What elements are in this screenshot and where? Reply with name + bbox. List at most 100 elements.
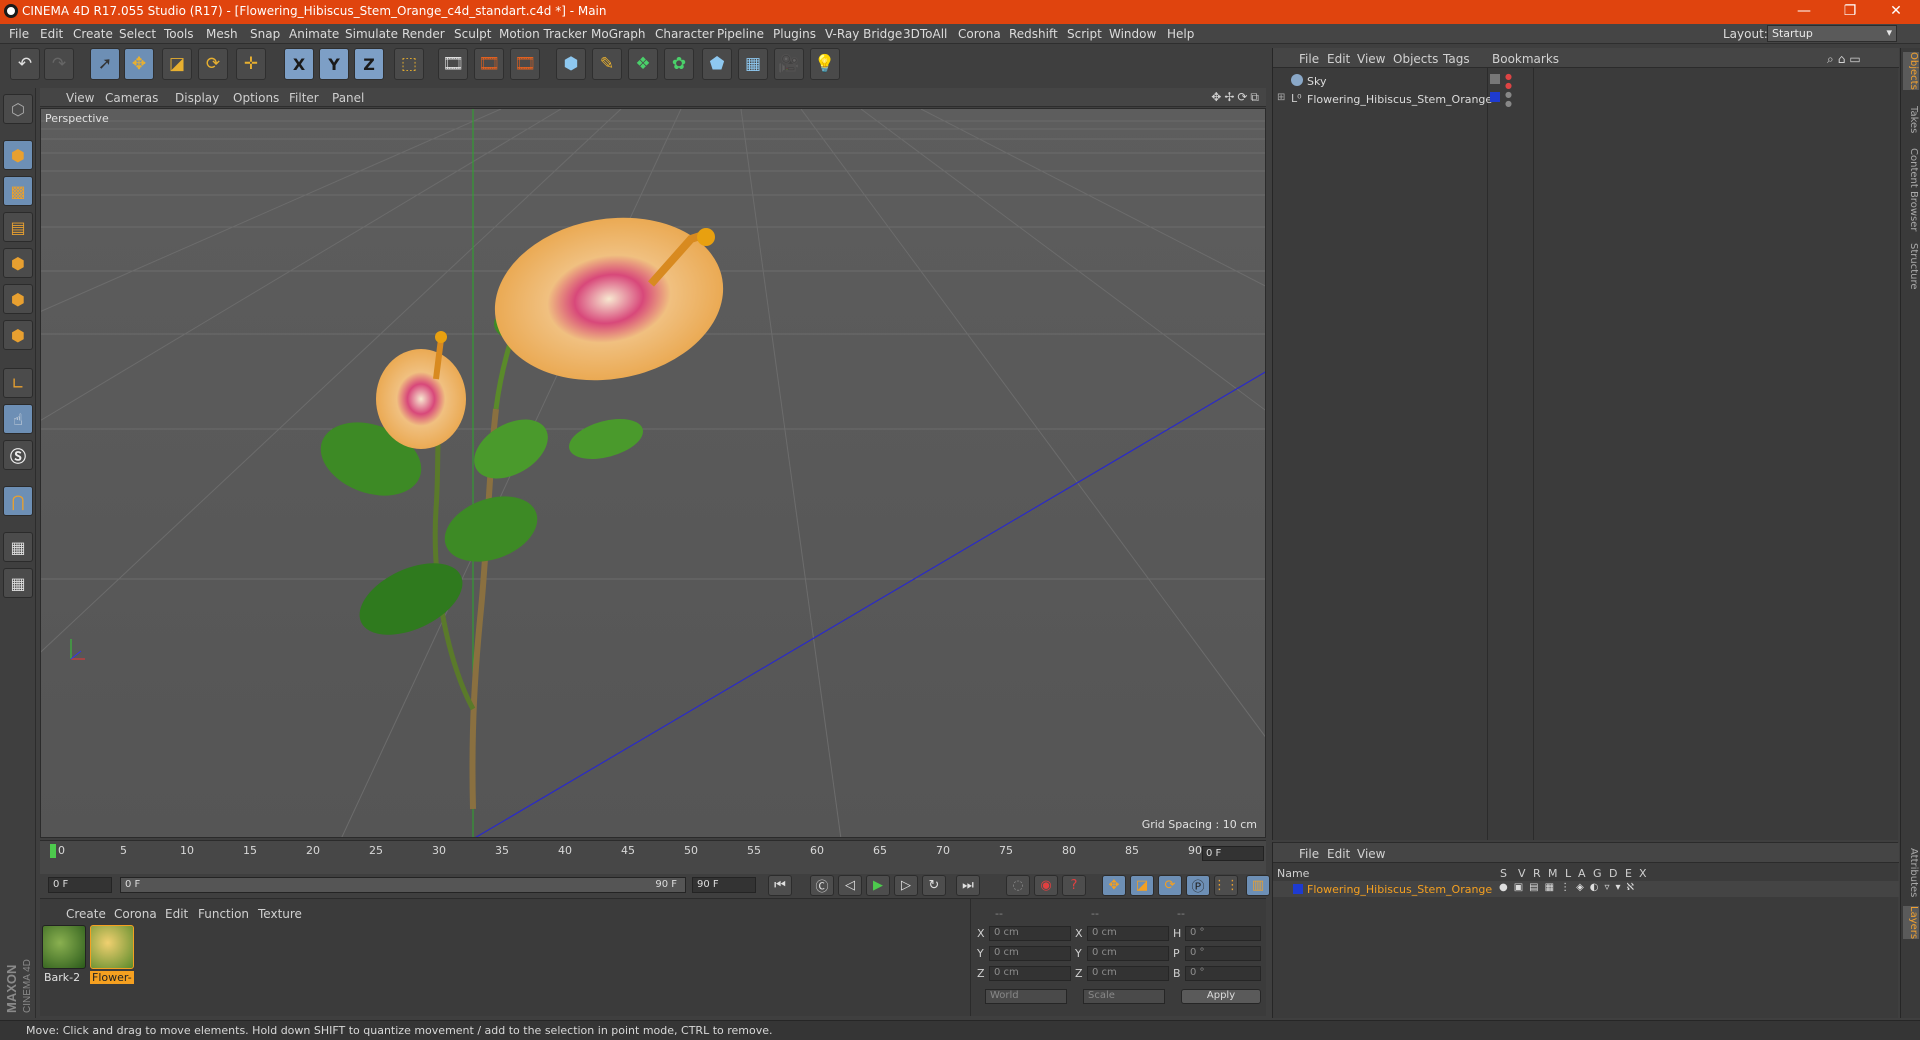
material-menu-edit[interactable]: Edit <box>165 907 188 921</box>
position-x-field[interactable]: 0 cm <box>989 926 1071 941</box>
size-y-field[interactable]: 0 cm <box>1087 946 1169 961</box>
menu-corona[interactable]: Corona <box>958 27 1001 41</box>
z-axis-lock-icon[interactable]: Z <box>354 48 384 80</box>
menu-vray-bridge[interactable]: V-Ray Bridge <box>825 27 902 41</box>
tab-structure[interactable]: Structure <box>1903 243 1919 290</box>
previous-key-icon[interactable]: Ⓒ <box>810 875 834 896</box>
workplane-lock-icon[interactable]: ▦ <box>3 532 33 562</box>
rotation-p-field[interactable]: 0 ° <box>1185 946 1261 961</box>
polygons-mode-icon[interactable]: ⬢ <box>3 320 33 350</box>
material-menu-function[interactable]: Function <box>198 907 249 921</box>
menu-file[interactable]: File <box>9 27 29 41</box>
floor-scene-icon[interactable]: ▦ <box>738 48 768 80</box>
menu-window[interactable]: Window <box>1109 27 1156 41</box>
minimize-button[interactable]: — <box>1784 2 1824 22</box>
viewport-menu-panel[interactable]: Panel <box>332 91 364 105</box>
rotate-tool-icon[interactable]: ⟳ <box>198 48 228 80</box>
tab-takes[interactable]: Takes <box>1903 106 1919 133</box>
layer-menu-file[interactable]: File <box>1299 847 1319 861</box>
object-menu-view[interactable]: View <box>1357 52 1385 66</box>
object-menu-tags[interactable]: Tags <box>1443 52 1470 66</box>
rotation-b-field[interactable]: 0 ° <box>1185 966 1261 981</box>
menu-edit[interactable]: Edit <box>40 27 63 41</box>
apply-button[interactable]: Apply <box>1181 989 1261 1004</box>
size-mode-select[interactable]: Scale <box>1083 989 1165 1004</box>
visibility-dots-icon[interactable]: ● ● <box>1505 90 1512 108</box>
layer-menu-edit[interactable]: Edit <box>1327 847 1350 861</box>
material-swatch-bark[interactable] <box>42 925 86 969</box>
menu-render[interactable]: Render <box>402 27 445 41</box>
menu-3dtoall[interactable]: 3DToAll <box>903 27 947 41</box>
coordinate-system-icon[interactable]: ⬚ <box>394 48 424 80</box>
menu-mesh[interactable]: Mesh <box>206 27 238 41</box>
motion-path-icon[interactable]: ◌ <box>1006 875 1030 896</box>
material-swatch-flower[interactable] <box>90 925 134 969</box>
viewport-menu-cameras[interactable]: Cameras <box>105 91 158 105</box>
tweak-mode-icon[interactable]: ☝ <box>3 404 33 434</box>
model-mode-icon[interactable]: ⬢ <box>3 140 33 170</box>
key-pla-icon[interactable]: ⋮⋮ <box>1213 875 1239 896</box>
timeline-window-icon[interactable]: ▥ <box>1246 875 1270 896</box>
menu-plugins[interactable]: Plugins <box>773 27 816 41</box>
range-slider[interactable]: 0 F 90 F <box>120 877 686 893</box>
layer-menu-view[interactable]: View <box>1357 847 1385 861</box>
transform-tool-icon[interactable]: ✛ <box>236 48 266 80</box>
menu-select[interactable]: Select <box>119 27 156 41</box>
timeline-ruler[interactable]: 0 5 10 15 20 25 30 35 40 45 50 55 60 65 … <box>40 840 1266 874</box>
layer-row[interactable]: Flowering_Hibiscus_Stem_Orange ●▣▤▦⋮◈◐▿▾… <box>1273 881 1899 897</box>
next-key-icon[interactable]: ↻ <box>922 875 946 896</box>
deformer-icon[interactable]: ⬟ <box>702 48 732 80</box>
redo-icon[interactable]: ↷ <box>44 48 74 80</box>
magnet-icon[interactable]: ⋂ <box>3 486 33 516</box>
size-x-field[interactable]: 0 cm <box>1087 926 1169 941</box>
cloner-icon[interactable]: ✿ <box>664 48 694 80</box>
y-axis-lock-icon[interactable]: Y <box>319 48 349 80</box>
viewport-menu-view[interactable]: View <box>66 91 94 105</box>
subdivision-icon[interactable]: ❖ <box>628 48 658 80</box>
make-editable-icon[interactable]: ⬡ <box>3 94 33 124</box>
workplane-snap-icon[interactable]: ▦ <box>3 568 33 598</box>
menu-animate[interactable]: Animate <box>289 27 339 41</box>
key-scale-icon[interactable]: ◪ <box>1130 875 1154 896</box>
camera-icon[interactable]: 🎥 <box>774 48 804 80</box>
layer-name[interactable]: Flowering_Hibiscus_Stem_Orange <box>1307 883 1492 896</box>
edges-mode-icon[interactable]: ⬢ <box>3 284 33 314</box>
object-row-sky[interactable]: Sky ● ● <box>1273 72 1899 90</box>
key-parameter-icon[interactable]: Ⓟ <box>1186 875 1210 896</box>
render-picture-viewer-icon[interactable]: 🎞 <box>474 48 504 80</box>
workplane-mode-icon[interactable]: ▤ <box>3 212 33 242</box>
object-row-hibiscus[interactable]: ⊞ L⁰ Flowering_Hibiscus_Stem_Orange ● ● <box>1273 90 1899 108</box>
next-frame-icon[interactable]: ▷ <box>894 875 918 896</box>
light-icon[interactable]: 💡 <box>810 48 840 80</box>
menu-simulate[interactable]: Simulate <box>345 27 398 41</box>
menu-character[interactable]: Character <box>655 27 714 41</box>
tab-attributes[interactable]: Attributes <box>1903 848 1919 897</box>
menu-pipeline[interactable]: Pipeline <box>717 27 764 41</box>
coordinate-space-select[interactable]: World <box>985 989 1067 1004</box>
current-frame-field[interactable]: 0 F <box>1202 846 1264 861</box>
menu-help[interactable]: Help <box>1167 27 1194 41</box>
object-menu-file[interactable]: File <box>1299 52 1319 66</box>
go-to-end-icon[interactable]: ⏭ <box>956 875 980 896</box>
end-frame-field[interactable]: 90 F <box>692 877 756 893</box>
scale-tool-icon[interactable]: ◪ <box>162 48 192 80</box>
layer-flags-icons[interactable]: ●▣▤▦⋮◈◐▿▾ℵ <box>1499 882 1640 893</box>
go-to-start-icon[interactable]: ⏮ <box>768 875 792 896</box>
record-active-icon[interactable]: ◉ <box>1034 875 1058 896</box>
material-menu-texture[interactable]: Texture <box>258 907 302 921</box>
play-icon[interactable]: ▶ <box>866 875 890 896</box>
menu-redshift[interactable]: Redshift <box>1009 27 1058 41</box>
axis-mode-icon[interactable]: ∟ <box>3 368 33 398</box>
menu-script[interactable]: Script <box>1067 27 1102 41</box>
material-menu-corona[interactable]: Corona <box>114 907 157 921</box>
size-z-field[interactable]: 0 cm <box>1087 966 1169 981</box>
key-rotation-icon[interactable]: ⟳ <box>1158 875 1182 896</box>
start-frame-field[interactable]: 0 F <box>48 877 112 893</box>
tab-content-browser[interactable]: Content Browser <box>1903 148 1919 231</box>
expand-icon[interactable]: ⊞ <box>1277 92 1285 103</box>
rotation-h-field[interactable]: 0 ° <box>1185 926 1261 941</box>
menu-sculpt[interactable]: Sculpt <box>454 27 491 41</box>
close-button[interactable]: ✕ <box>1876 2 1916 22</box>
viewport-navigation-icons[interactable]: ✥✢⟳⧉ <box>1211 90 1262 105</box>
menu-create[interactable]: Create <box>73 27 113 41</box>
